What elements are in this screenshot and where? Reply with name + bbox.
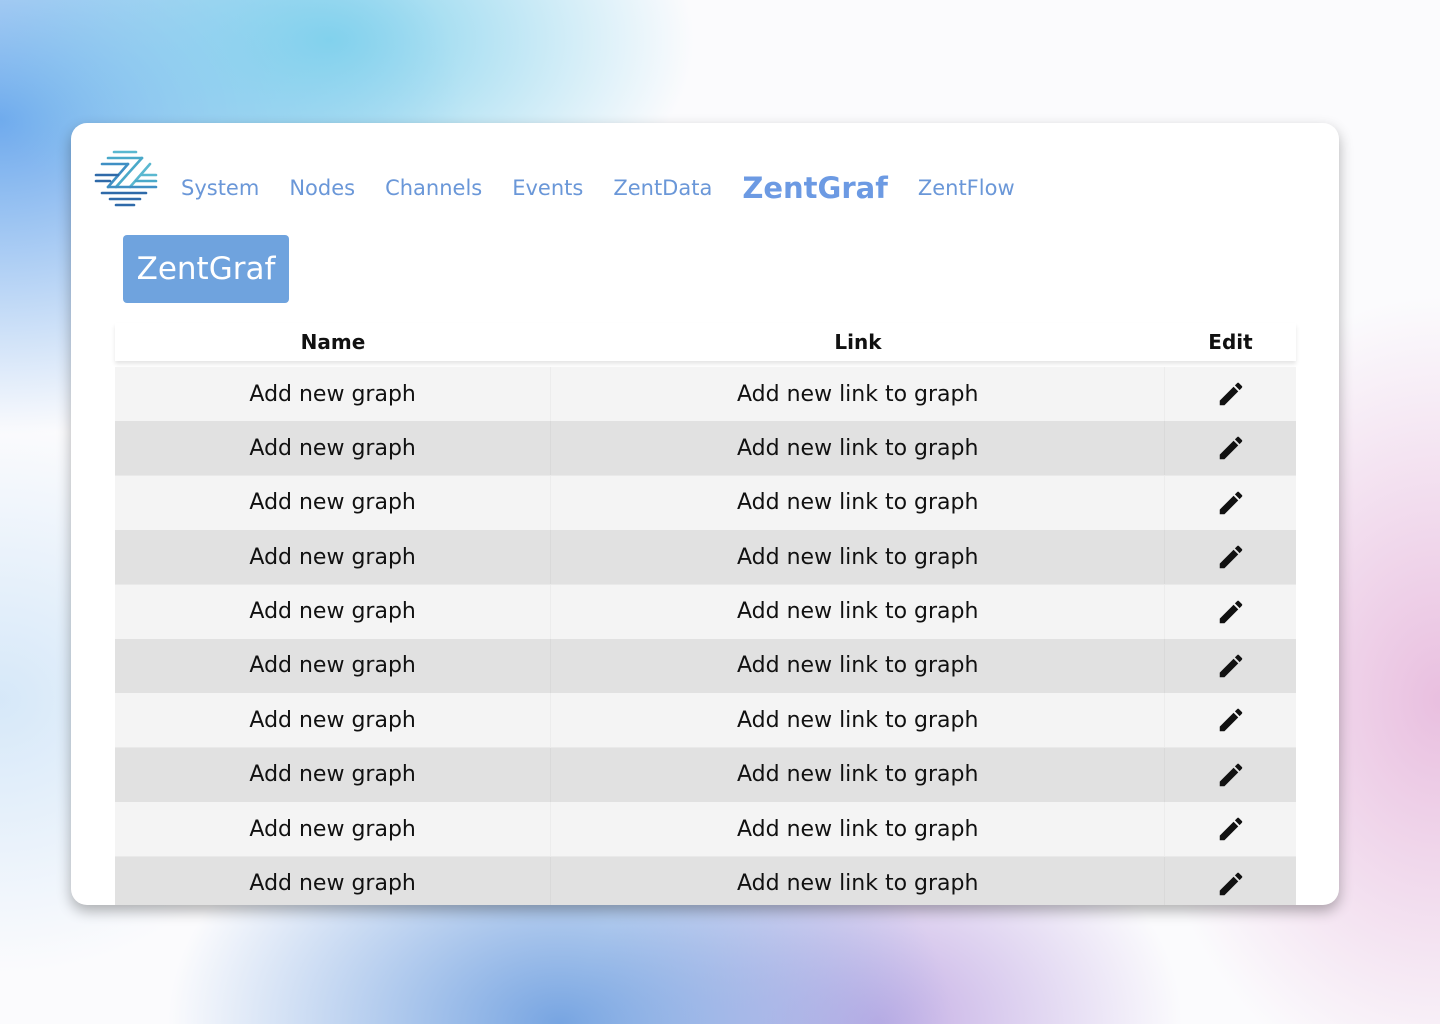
table-row: Add new graph Add new link to graph [115, 530, 1296, 585]
row-link-cell[interactable]: Add new link to graph [550, 421, 1166, 476]
row-link-cell[interactable]: Add new link to graph [550, 367, 1166, 421]
row-link-cell[interactable]: Add new link to graph [550, 475, 1166, 530]
row-edit-cell [1165, 638, 1296, 693]
row-edit-cell [1165, 475, 1296, 530]
row-edit-cell [1165, 802, 1296, 857]
table-row: Add new graph Add new link to graph [115, 584, 1296, 639]
edit-button[interactable] [1214, 758, 1248, 792]
main-nav: System Nodes Channels Events ZentData Ze… [181, 163, 1015, 213]
app-window: System Nodes Channels Events ZentData Ze… [71, 123, 1339, 905]
page-title: ZentGraf [123, 235, 289, 303]
table-row: Add new graph Add new link to graph [115, 802, 1296, 857]
table-row: Add new graph Add new link to graph [115, 475, 1296, 530]
nav-item-channels[interactable]: Channels [385, 176, 482, 200]
pencil-icon [1219, 491, 1242, 515]
zentrix-logo-icon[interactable] [94, 147, 160, 213]
nav-item-events[interactable]: Events [512, 176, 583, 200]
row-name-cell[interactable]: Add new graph [115, 475, 551, 530]
nav-item-zentdata[interactable]: ZentData [613, 176, 712, 200]
edit-button[interactable] [1214, 431, 1248, 465]
edit-button[interactable] [1214, 812, 1248, 846]
pencil-icon [1219, 654, 1242, 678]
row-link-cell[interactable]: Add new link to graph [550, 856, 1166, 905]
table-row: Add new graph Add new link to graph [115, 747, 1296, 802]
pencil-icon [1219, 817, 1242, 841]
row-name-cell[interactable]: Add new graph [115, 856, 551, 905]
pencil-icon [1219, 763, 1242, 786]
row-edit-cell [1165, 421, 1296, 476]
row-name-cell[interactable]: Add new graph [115, 802, 551, 857]
table-row: Add new graph Add new link to graph [115, 367, 1296, 421]
row-name-cell[interactable]: Add new graph [115, 747, 551, 802]
row-name-cell[interactable]: Add new graph [115, 584, 551, 639]
column-header-link: Link [834, 330, 882, 354]
nav-item-system[interactable]: System [181, 176, 259, 200]
row-link-cell[interactable]: Add new link to graph [550, 802, 1166, 857]
row-edit-cell [1165, 584, 1296, 639]
pencil-icon [1219, 545, 1242, 569]
pencil-icon [1219, 872, 1242, 895]
row-link-cell[interactable]: Add new link to graph [550, 747, 1166, 802]
nav-item-nodes[interactable]: Nodes [289, 176, 355, 200]
edit-button[interactable] [1214, 486, 1248, 520]
edit-button[interactable] [1214, 703, 1248, 737]
row-link-cell[interactable]: Add new link to graph [550, 693, 1166, 748]
row-name-cell[interactable]: Add new graph [115, 367, 551, 421]
table-row: Add new graph Add new link to graph [115, 856, 1296, 905]
table-row: Add new graph Add new link to graph [115, 421, 1296, 476]
column-header-edit: Edit [1208, 330, 1253, 354]
row-edit-cell [1165, 693, 1296, 748]
table-row: Add new graph Add new link to graph [115, 693, 1296, 748]
row-name-cell[interactable]: Add new graph [115, 693, 551, 748]
table-body: Add new graph Add new link to graph Add … [115, 367, 1296, 905]
pencil-icon [1219, 437, 1242, 460]
row-edit-cell [1165, 367, 1296, 421]
edit-button[interactable] [1214, 867, 1248, 901]
row-link-cell[interactable]: Add new link to graph [550, 638, 1166, 693]
edit-button[interactable] [1214, 649, 1248, 683]
row-edit-cell [1165, 747, 1296, 802]
row-edit-cell [1165, 530, 1296, 585]
table-row: Add new graph Add new link to graph [115, 638, 1296, 693]
row-edit-cell [1165, 856, 1296, 905]
edit-button[interactable] [1214, 377, 1248, 411]
column-header-name: Name [300, 330, 366, 354]
nav-item-zentgraf[interactable]: ZentGraf [742, 171, 888, 205]
pencil-icon [1219, 382, 1242, 406]
nav-item-zentflow[interactable]: ZentFlow [918, 176, 1015, 200]
row-name-cell[interactable]: Add new graph [115, 530, 551, 585]
row-link-cell[interactable]: Add new link to graph [550, 584, 1166, 639]
table-header: Name Link Edit [115, 323, 1296, 361]
graphs-table: Name Link Edit Add new graph Add new lin… [115, 323, 1296, 905]
pencil-icon [1219, 600, 1242, 623]
row-name-cell[interactable]: Add new graph [115, 421, 551, 476]
row-name-cell[interactable]: Add new graph [115, 638, 551, 693]
edit-button[interactable] [1214, 595, 1248, 629]
pencil-icon [1219, 709, 1242, 732]
row-link-cell[interactable]: Add new link to graph [550, 530, 1166, 585]
edit-button[interactable] [1214, 540, 1248, 574]
